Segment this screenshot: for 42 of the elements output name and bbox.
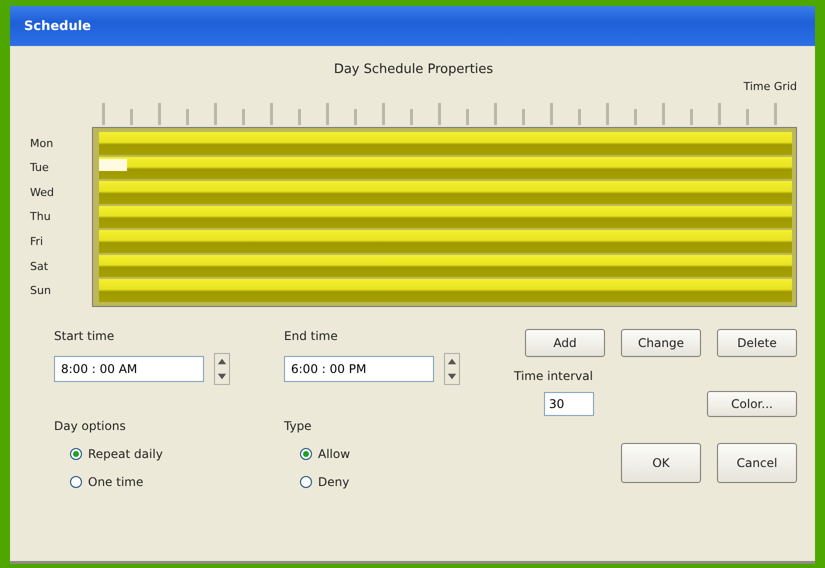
delete-button[interactable]: Delete xyxy=(717,329,797,357)
interval-field[interactable]: 30 xyxy=(544,392,594,416)
day-label: Sat xyxy=(30,260,50,273)
day-label: Fri xyxy=(30,235,44,248)
radio-button[interactable] xyxy=(70,476,82,488)
schedule-bar[interactable] xyxy=(99,132,792,155)
radio-button[interactable] xyxy=(70,448,82,460)
add-button[interactable]: Add xyxy=(525,329,605,357)
group-label: Day options xyxy=(54,419,127,433)
time-field[interactable]: 8:00 : 00 AM xyxy=(54,356,204,382)
field-label: End time xyxy=(284,329,339,343)
grid-note: Time Grid xyxy=(743,79,797,93)
radio-button[interactable] xyxy=(300,476,312,488)
radio-label: One time xyxy=(88,475,144,489)
window-title: Schedule xyxy=(24,18,91,34)
cancel-button[interactable]: Cancel xyxy=(717,443,797,483)
radio-label: Allow xyxy=(318,447,350,461)
schedule-bar[interactable] xyxy=(99,254,792,278)
day-label: Sun xyxy=(30,284,52,298)
radio-label: Deny xyxy=(318,475,350,489)
color-button[interactable]: Color... xyxy=(707,391,797,417)
schedule-bar[interactable] xyxy=(99,181,792,204)
field-label: Start time xyxy=(54,329,116,343)
group-label: Type xyxy=(284,419,313,433)
interval-label: Time interval xyxy=(514,369,594,383)
schedule-bar[interactable] xyxy=(99,206,792,228)
day-label: Wed xyxy=(30,186,55,199)
dialog-heading: Day Schedule Properties xyxy=(334,61,494,77)
schedule-grid[interactable] xyxy=(92,127,797,307)
ok-button[interactable]: OK xyxy=(621,443,701,483)
day-label: Tue xyxy=(30,161,50,174)
change-button[interactable]: Change xyxy=(621,329,701,357)
schedule-bar[interactable] xyxy=(99,156,792,180)
schedule-bar[interactable] xyxy=(99,279,792,302)
spinner-icon[interactable] xyxy=(444,353,460,385)
radio-label: Repeat daily xyxy=(88,447,163,461)
time-field[interactable]: 6:00 : 00 PM xyxy=(284,356,434,382)
schedule-bar[interactable] xyxy=(99,230,792,253)
spinner-icon[interactable] xyxy=(214,353,230,385)
day-label: Thu xyxy=(30,210,52,224)
day-label: Mon xyxy=(30,136,54,150)
radio-button[interactable] xyxy=(300,448,312,460)
